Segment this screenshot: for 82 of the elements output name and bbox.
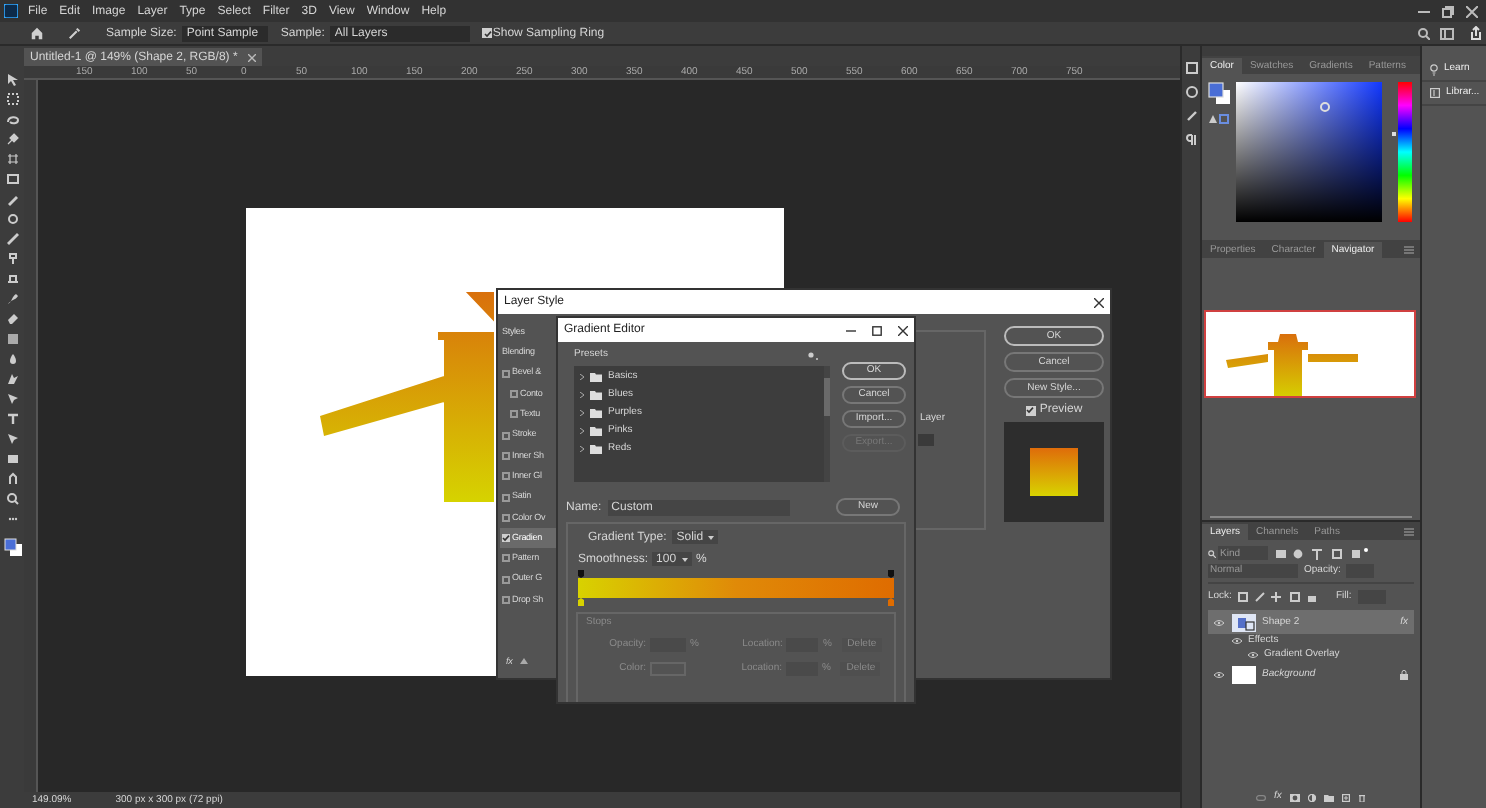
new-layer-icon[interactable] [1341,793,1350,801]
checkbox[interactable] [502,575,510,584]
preview-swatch [1030,448,1078,496]
wand-icon[interactable] [5,132,19,146]
mask-icon[interactable] [1289,793,1300,801]
more-icon[interactable] [5,512,19,526]
caret-icon [682,557,689,561]
brush-icon[interactable] [5,232,19,246]
app-logo-icon [4,4,18,18]
checkbox[interactable] [502,493,510,502]
folder-icon[interactable] [1323,793,1334,801]
crop-icon[interactable] [5,152,19,166]
checkbox[interactable] [502,431,510,440]
color-stop-icon[interactable] [888,598,894,606]
search-icon[interactable] [5,492,19,506]
minimize-icon[interactable] [1418,5,1430,17]
eye-icon[interactable] [1214,671,1224,677]
checkbox[interactable] [502,451,510,460]
lock-options-drawing[interactable] [1237,592,1318,602]
lasso-icon[interactable] [5,112,19,126]
home-icon[interactable] [30,26,44,40]
filter-icons-drawing[interactable] [1274,547,1370,559]
settings-icon[interactable] [808,351,818,359]
checkmark-icon [1026,406,1035,414]
opacity-stop-icon[interactable] [578,570,584,578]
trash-icon[interactable] [1357,793,1366,801]
close-icon[interactable] [1094,297,1104,307]
brush-icon[interactable] [1185,110,1197,122]
restore-icon[interactable] [1442,5,1454,17]
color-picker-handle[interactable] [1320,102,1330,112]
checkmark-icon [502,534,510,543]
checkbox[interactable] [502,534,510,543]
checkbox[interactable] [502,596,510,604]
opacity-stop-icon[interactable] [888,570,894,578]
checkbox[interactable] [510,410,518,419]
eye-icon[interactable] [1214,619,1224,625]
layer-thumbnail [1232,665,1256,683]
search-icon[interactable] [1418,27,1430,39]
eye-icon[interactable] [1232,638,1242,644]
layer-thumbnail [1232,613,1256,631]
history-brush-icon[interactable] [5,272,19,286]
checkbox[interactable] [510,390,518,399]
navigator-preview[interactable] [1204,310,1416,398]
minimize-icon[interactable] [846,325,856,335]
paragraph-icon[interactable] [1185,134,1197,146]
history-icon[interactable] [1185,62,1197,74]
caret-icon [707,535,714,539]
checkbox[interactable] [502,554,510,563]
cursor-icon[interactable] [5,432,19,446]
frame-icon[interactable] [5,172,19,186]
lightbulb-icon [1430,63,1438,75]
color-field[interactable] [1236,82,1382,222]
move-up-icon[interactable] [520,657,529,666]
marquee-icon[interactable] [5,92,19,106]
checkbox[interactable] [482,28,493,38]
workspace-icon[interactable] [1440,27,1454,39]
color-stop-icon[interactable] [578,598,584,606]
scarecrow-drawing [1226,334,1358,396]
library-icon [1430,88,1440,98]
search-icon [1208,549,1216,557]
gamut-warning-icon[interactable] [1208,114,1230,124]
close-icon[interactable] [898,325,908,335]
checkbox[interactable] [502,369,510,378]
adjust-icon[interactable] [1185,86,1197,98]
share-icon[interactable] [1470,26,1482,40]
move-icon[interactable] [5,72,19,86]
maximize-icon[interactable] [872,325,882,335]
color-swatches-icon[interactable] [1208,82,1230,104]
close-icon[interactable] [1466,5,1478,17]
color-swatches-icon[interactable] [3,538,21,556]
checkbox[interactable] [1025,405,1036,415]
drop-icon[interactable] [5,352,19,366]
rectangle-icon[interactable] [5,452,19,466]
adjustment-icon[interactable] [1307,793,1316,801]
checkbox[interactable] [502,513,510,522]
target-icon[interactable] [5,212,19,226]
checkbox[interactable] [502,472,510,481]
checkmark-icon [483,29,492,37]
type-icon[interactable] [5,412,19,426]
square-icon[interactable] [5,332,19,346]
eye-icon[interactable] [1248,652,1258,658]
stamp-icon[interactable] [5,252,19,266]
